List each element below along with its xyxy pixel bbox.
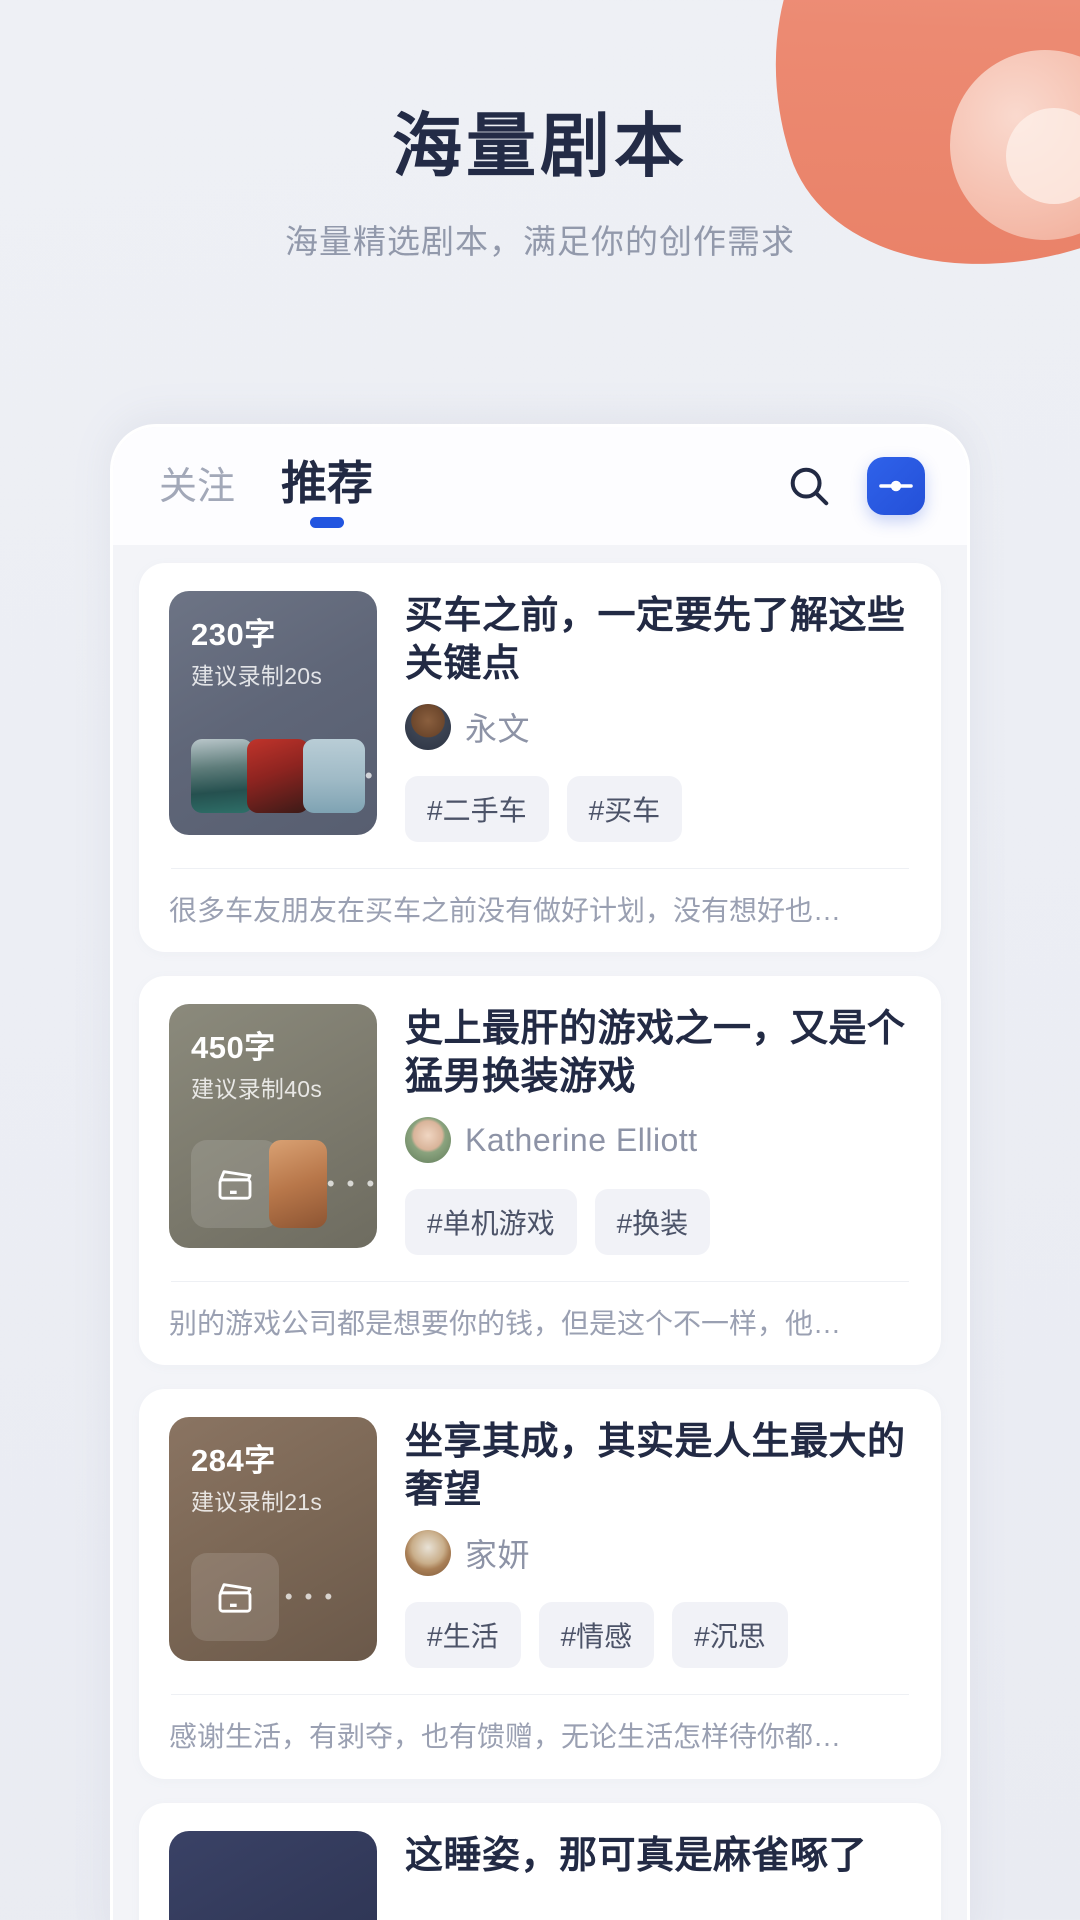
search-icon[interactable] [781, 458, 837, 514]
word-count-badge: 450字 [191, 1030, 276, 1066]
avatar [405, 1117, 451, 1164]
card-divider [171, 868, 909, 869]
clapperboard-icon [191, 1140, 279, 1229]
author-name: 家妍 [465, 1537, 531, 1574]
card-divider [171, 1694, 909, 1696]
card-content: 这睡姿，那可真是麻雀啄了 [405, 1831, 911, 1920]
tab-recommend-label: 推荐 [281, 457, 374, 509]
tab-follow-label: 关注 [159, 466, 236, 508]
card-content: 坐享其成，其实是人生最大的奢望 家妍 #生活 #情感 #沉思 [405, 1417, 911, 1669]
more-dots-icon[interactable]: • • • [279, 1560, 341, 1634]
thumbnail-preview-stack: • • • [191, 1140, 377, 1229]
card-thumbnail[interactable]: 284字 建议录制21s • • • [169, 1417, 377, 1662]
card-excerpt: 感谢生活，有剥夺，也有馈赠，无论生活怎样待你都… [169, 1721, 842, 1753]
card-tags: #二手车 #买车 [405, 776, 911, 842]
tag-chip[interactable]: #二手车 [405, 776, 549, 842]
author-name: Katherine Elliott [465, 1121, 698, 1158]
tabbar-actions [781, 457, 925, 515]
duration-hint: 建议录制20s [191, 662, 323, 689]
clapperboard-icon [191, 1553, 279, 1642]
card-author[interactable]: 家妍 [405, 1530, 911, 1577]
card-top-row: 284字 建议录制21s • • • 坐享其成，其实是人生最大的奢望 家妍 #生… [169, 1417, 911, 1669]
tag-chip[interactable]: #换装 [594, 1189, 711, 1256]
card-divider [171, 1281, 909, 1283]
mini-thumb [269, 1140, 327, 1229]
list-item[interactable]: 这睡姿，那可真是麻雀啄了 [139, 1802, 941, 1920]
script-feed-list[interactable]: 230字 建议录制20s • • • 买车之前，一定要先了解这些关键点 [113, 545, 967, 1920]
word-count-badge: 284字 [191, 1443, 276, 1479]
card-author[interactable]: Katherine Elliott [405, 1117, 911, 1164]
card-tags: #生活 #情感 #沉思 [405, 1602, 911, 1669]
list-item[interactable]: 230字 建议录制20s • • • 买车之前，一定要先了解这些关键点 [139, 563, 941, 953]
tab-recommend[interactable]: 推荐 [281, 457, 374, 528]
card-top-row: 230字 建议录制20s • • • 买车之前，一定要先了解这些关键点 [169, 591, 911, 842]
tab-follow[interactable]: 关注 [159, 468, 235, 512]
more-dots-icon[interactable]: • • • [359, 739, 377, 813]
tag-chip[interactable]: #单机游戏 [405, 1189, 577, 1256]
phone-screen: 关注 推荐 230字 建议录制20s • 买车之前，一定要先了解这些关键点 永文… [113, 427, 967, 1920]
tab-list: 关注 推荐 [159, 457, 781, 528]
card-tags: #单机游戏 #换装 [405, 1189, 911, 1256]
word-count-badge: 230字 [191, 617, 276, 652]
card-title: 这睡姿，那可真是麻雀啄了 [405, 1834, 868, 1877]
duration-hint: 建议录制40s [191, 1075, 323, 1102]
tag-chip[interactable]: #生活 [405, 1602, 521, 1669]
filter-slider-icon[interactable] [867, 457, 925, 515]
card-title: 买车之前，一定要先了解这些关键点 [405, 595, 906, 685]
card-title: 坐享其成，其实是人生最大的奢望 [405, 1421, 906, 1511]
card-top-row: 这睡姿，那可真是麻雀啄了 [169, 1830, 911, 1920]
page-subtitle: 海量精选剧本，满足你的创作需求 [285, 223, 795, 260]
avatar [405, 1530, 451, 1577]
duration-hint: 建议录制21s [191, 1489, 323, 1516]
mini-thumb [191, 739, 253, 813]
card-excerpt: 很多车友朋友在买车之前没有做好计划，没有想好也… [169, 895, 842, 926]
list-item[interactable]: 450字 建议录制40s • • • 史上最肝的游戏之一，又是个猛男换装游戏 K… [139, 976, 941, 1366]
card-content: 买车之前，一定要先了解这些关键点 永文 #二手车 #买车 [405, 591, 911, 842]
list-item[interactable]: 284字 建议录制21s • • • 坐享其成，其实是人生最大的奢望 家妍 #生… [139, 1389, 941, 1779]
card-title: 史上最肝的游戏之一，又是个猛男换装游戏 [405, 1008, 906, 1098]
tag-chip[interactable]: #情感 [538, 1602, 655, 1669]
card-thumbnail[interactable]: 450字 建议录制40s • • • [169, 1004, 377, 1249]
card-top-row: 450字 建议录制40s • • • 史上最肝的游戏之一，又是个猛男换装游戏 K… [169, 1004, 911, 1256]
hero-section: 海量剧本 海量精选剧本，满足你的创作需求 [0, 0, 1080, 263]
more-dots-icon[interactable]: • • • [321, 1147, 377, 1221]
card-content: 史上最肝的游戏之一，又是个猛男换装游戏 Katherine Elliott #单… [405, 1004, 911, 1256]
card-author[interactable]: 永文 [405, 704, 911, 750]
phone-mockup: 关注 推荐 230字 建议录制20s • 买车之前，一定要先了解这些关键点 永文… [110, 424, 970, 1920]
thumbnail-preview-stack: • • • [191, 1553, 341, 1642]
author-name: 永文 [465, 711, 531, 747]
card-excerpt: 别的游戏公司都是想要你的钱，但是这个不一样，他… [169, 1308, 842, 1340]
card-thumbnail[interactable]: 230字 建议录制20s • • • [169, 591, 377, 835]
mini-thumb [247, 739, 309, 813]
tag-chip[interactable]: #买车 [566, 776, 683, 842]
tag-chip[interactable]: #沉思 [672, 1602, 788, 1669]
thumbnail-preview-stack: • • • [191, 739, 377, 813]
app-tabbar: 关注 推荐 [113, 427, 967, 545]
card-thumbnail[interactable] [169, 1830, 377, 1920]
page-title: 海量剧本 [392, 107, 688, 185]
avatar [405, 704, 451, 750]
mini-thumb [303, 739, 365, 813]
tab-active-indicator [310, 517, 345, 528]
